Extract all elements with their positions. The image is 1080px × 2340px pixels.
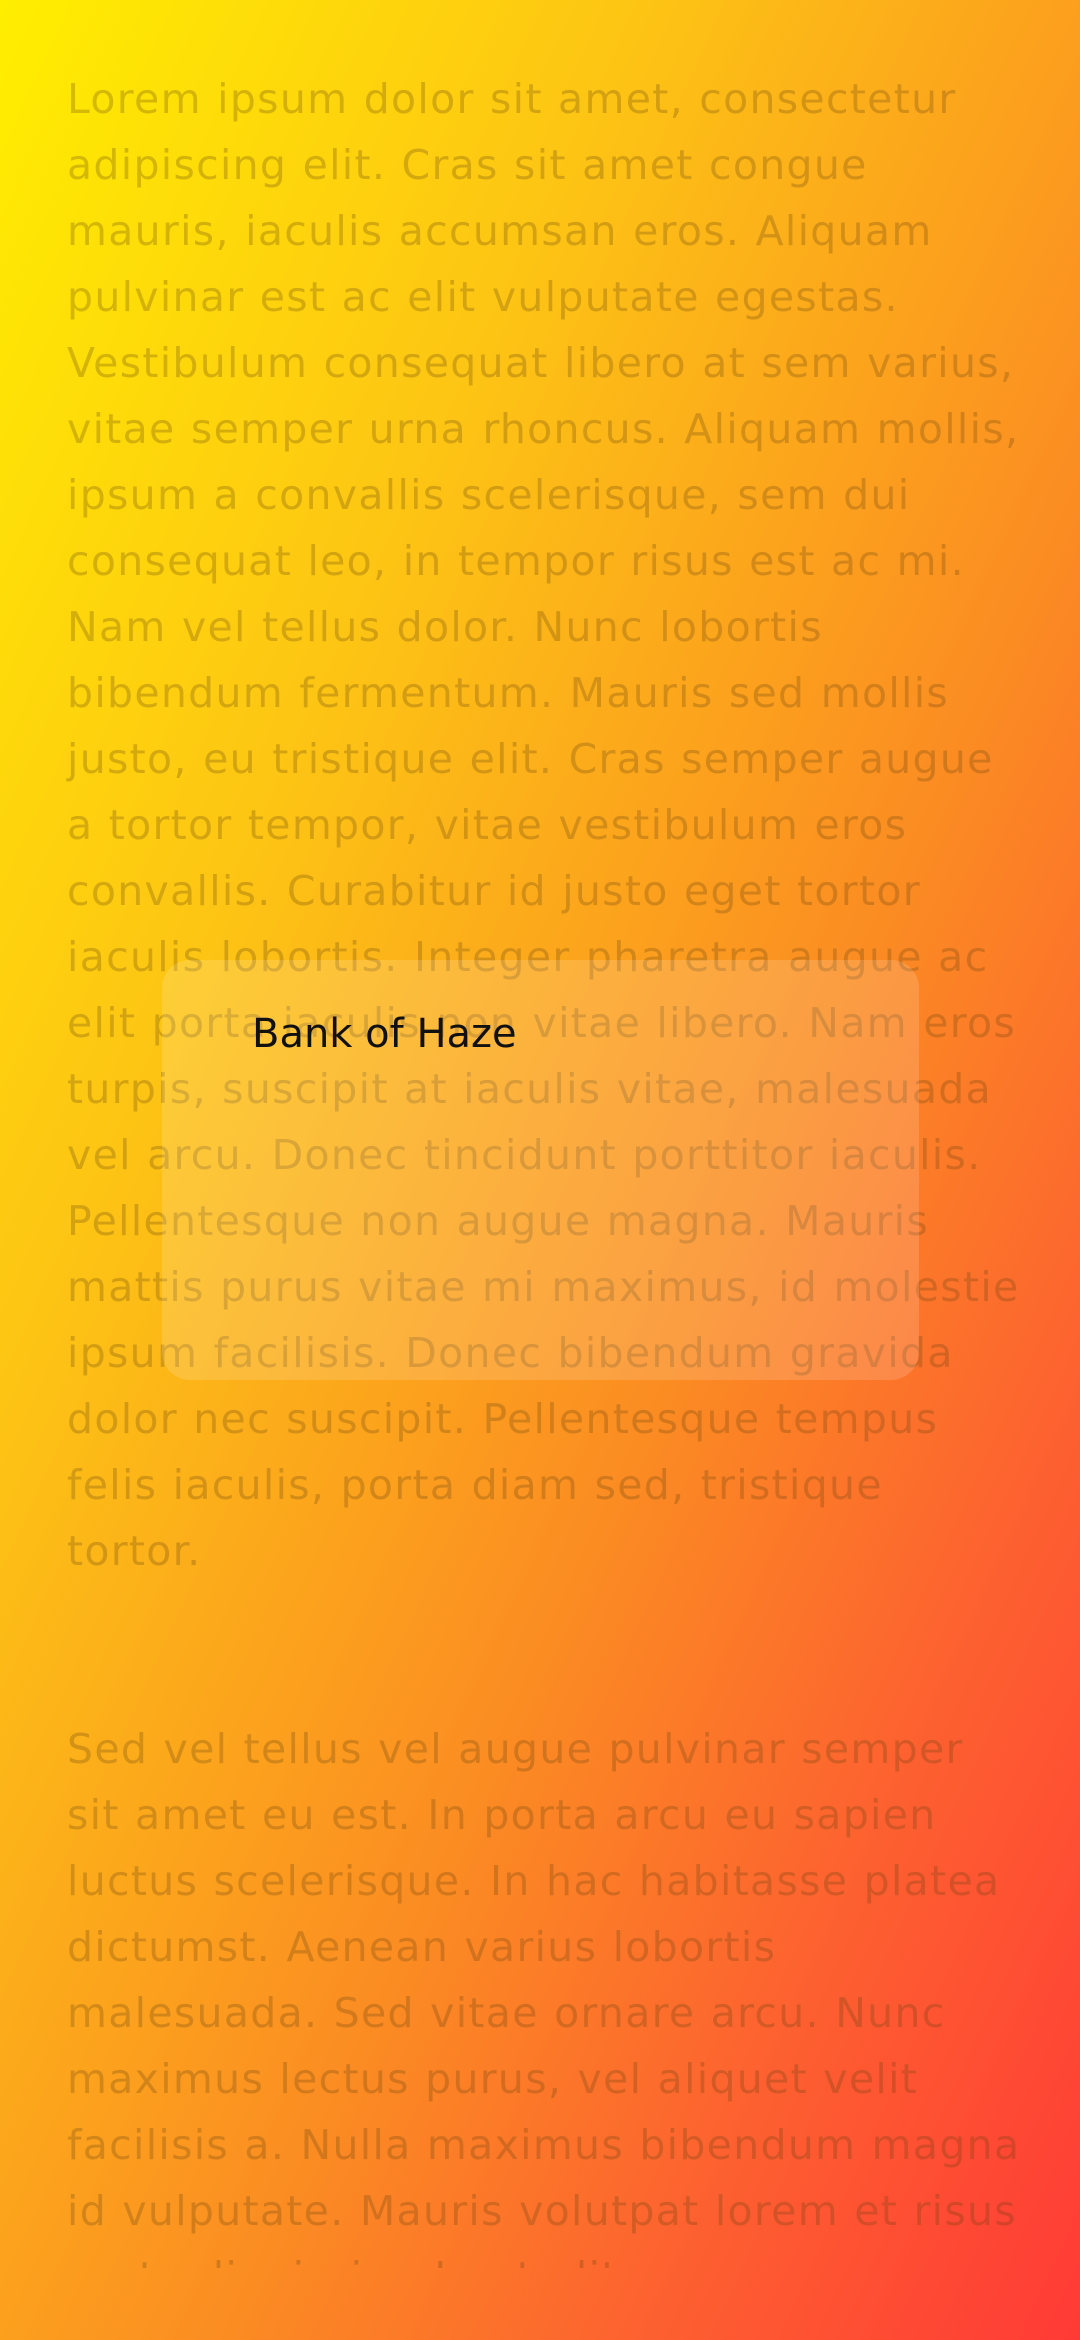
frosted-glass-card: Bank of Haze [162, 960, 919, 1380]
card-title: Bank of Haze [252, 1011, 517, 1057]
lorem-paragraph-2: Sed vel tellus vel augue pulvinar semper… [67, 1725, 1021, 2268]
